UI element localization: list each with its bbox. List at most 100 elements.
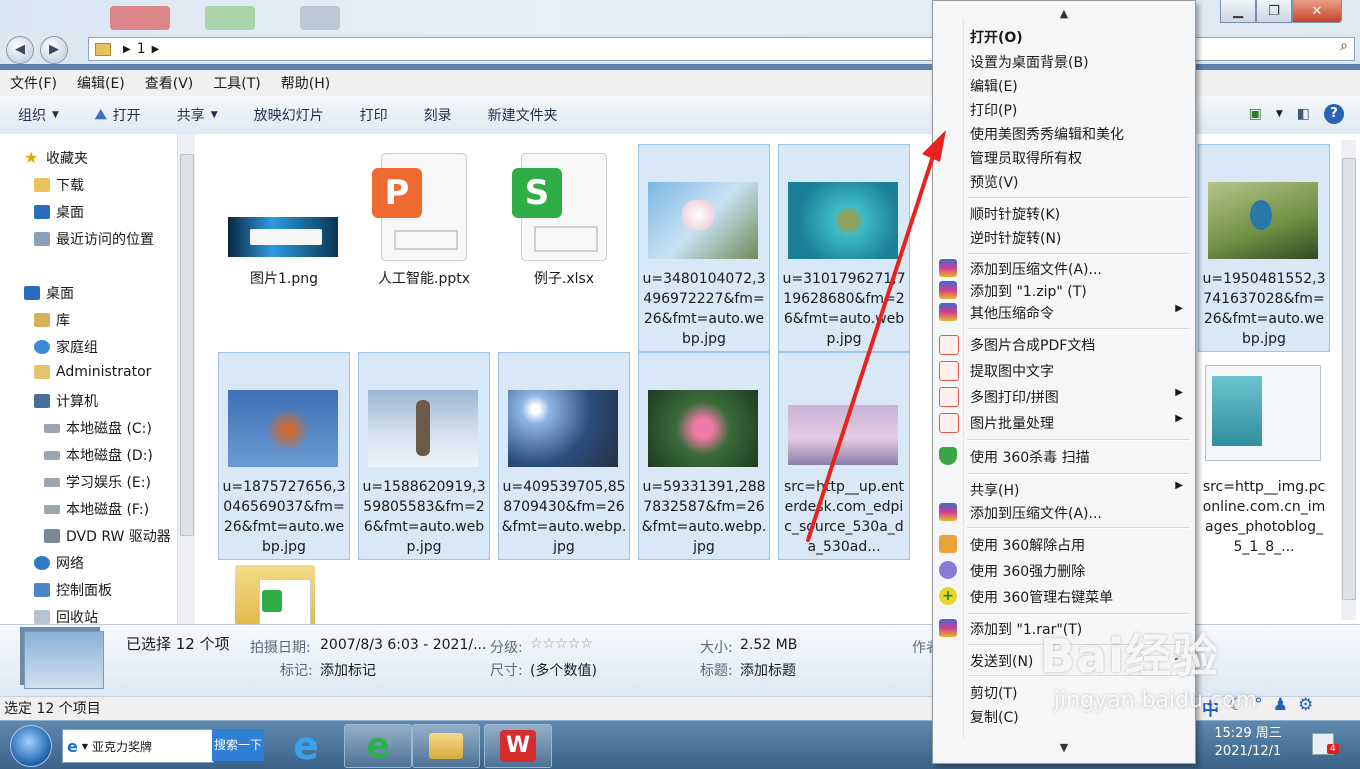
nav-control-panel[interactable]: 控制面板 <box>34 580 112 600</box>
notification-icon[interactable]: 4 <box>1312 733 1339 755</box>
rating-stars[interactable]: ☆☆☆☆☆ <box>530 636 593 652</box>
taskbar-ie[interactable]: e <box>272 724 340 768</box>
menu-item-add-archive[interactable]: 添加到压缩文件(A)... <box>933 257 1195 281</box>
file-item-selected[interactable]: u=1875727656,3046569037&fm=26&fmt=auto.w… <box>218 352 350 560</box>
file-item-selected[interactable]: u=409539705,858709430&fm=26&fmt=auto.web… <box>498 352 630 560</box>
gear-icon[interactable]: ⚙ <box>1298 695 1313 720</box>
menu-item-meitu[interactable]: 使用美图秀秀编辑和美化 <box>933 122 1195 146</box>
menu-item-ocr[interactable]: 提取图中文字 <box>933 359 1195 383</box>
star-icon[interactable]: ☆ <box>580 636 593 652</box>
file-item-selected[interactable]: u=1588620919,359805583&fm=26&fmt=auto.we… <box>358 352 490 560</box>
nav-drive-c[interactable]: 本地磁盘 (C:) <box>44 418 152 438</box>
star-icon[interactable]: ☆ <box>543 636 556 652</box>
menu-scroll-down-icon[interactable]: ▼ <box>933 741 1195 754</box>
file-item-selected[interactable]: u=1950481552,3741637028&fm=26&fmt=auto.w… <box>1198 144 1330 352</box>
clock[interactable]: 15:29 周三 2021/12/1 <box>1208 725 1288 761</box>
star-icon[interactable]: ☆ <box>568 636 581 652</box>
chevron-right-icon[interactable]: ▶ <box>152 44 160 55</box>
menu-item-add-archive-2[interactable]: 添加到压缩文件(A)... <box>933 501 1195 525</box>
menu-item-rotate-cw[interactable]: 顺时针旋转(K) <box>933 202 1195 226</box>
taskbar-explorer[interactable] <box>412 724 480 768</box>
burn-button[interactable]: 刻录 <box>406 105 470 125</box>
close-button[interactable]: ✕ <box>1292 0 1342 23</box>
taskbar-search-input[interactable]: e ▼ 亚克力奖牌 <box>62 729 214 763</box>
view-options-icon[interactable]: ▣ <box>1249 106 1262 122</box>
file-item[interactable]: src=http__img.pconline.com.cn_images_pho… <box>1198 352 1330 560</box>
nav-desktop[interactable]: 桌面 <box>24 283 74 303</box>
file-item-selected[interactable]: src=http__up.enterdesk.com_edpic_source_… <box>778 352 910 560</box>
title-value[interactable]: 添加标题 <box>740 660 796 680</box>
menu-item-share[interactable]: 共享(H) ▶ <box>933 478 1195 502</box>
menu-item-preview[interactable]: 预览(V) <box>933 170 1195 194</box>
print-button[interactable]: 打印 <box>342 105 406 125</box>
nav-dvd[interactable]: DVD RW 驱动器 <box>44 526 171 546</box>
file-item-selected[interactable]: u=59331391,2887832587&fm=26&fmt=auto.web… <box>638 352 770 560</box>
help-icon[interactable]: ? <box>1324 104 1344 124</box>
file-item-selected[interactable]: u=3480104072,3496972227&fm=26&fmt=auto.w… <box>638 144 770 352</box>
menu-item-multi-print[interactable]: 多图打印/拼图 ▶ <box>933 385 1195 409</box>
nav-downloads[interactable]: 下载 <box>34 175 84 195</box>
menu-item-print[interactable]: 打印(P) <box>933 98 1195 122</box>
share-button[interactable]: 共享 ▼ <box>159 105 236 125</box>
forward-button[interactable]: ▶ <box>40 36 68 64</box>
menu-item-set-background[interactable]: 设置为桌面背景(B) <box>933 50 1195 74</box>
nav-libraries[interactable]: 库 <box>34 310 70 330</box>
file-item[interactable]: 图片1.png <box>218 144 350 352</box>
menu-file[interactable]: 文件(F) <box>0 73 67 93</box>
nav-drive-f[interactable]: 本地磁盘 (F:) <box>44 499 149 519</box>
menu-item-add-zip[interactable]: 添加到 "1.zip" (T) <box>933 279 1195 303</box>
nav-favorites[interactable]: ★ 收藏夹 <box>24 148 88 168</box>
menu-scroll-up-icon[interactable]: ▲ <box>933 7 1195 20</box>
file-item[interactable]: S 例子.xlsx <box>498 144 630 352</box>
caret-down-icon[interactable]: ▼ <box>1276 109 1283 119</box>
maximize-button[interactable]: ❐ <box>1256 0 1292 23</box>
nav-drive-e[interactable]: 学习娱乐 (E:) <box>44 472 151 492</box>
menu-item-360-delete[interactable]: 使用 360强力删除 <box>933 559 1195 583</box>
open-button[interactable]: ⛰ 打开 <box>77 105 159 125</box>
organize-button[interactable]: 组织 ▼ <box>0 105 77 125</box>
slideshow-button[interactable]: 放映幻灯片 <box>236 105 342 125</box>
menu-item-batch[interactable]: 图片批量处理 ▶ <box>933 411 1195 435</box>
file-item[interactable]: P 人工智能.pptx <box>358 144 490 352</box>
menu-edit[interactable]: 编辑(E) <box>67 73 135 93</box>
nav-drive-d[interactable]: 本地磁盘 (D:) <box>44 445 153 465</box>
scroll-thumb[interactable] <box>1342 158 1356 600</box>
nav-recent[interactable]: 最近访问的位置 <box>34 229 154 249</box>
nav-homegroup[interactable]: 家庭组 <box>34 337 98 357</box>
breadcrumb-folder[interactable]: 1 <box>137 41 146 57</box>
scroll-thumb[interactable] <box>180 154 194 536</box>
nav-admin[interactable]: Administrator <box>34 364 151 380</box>
menu-item-360-unlock[interactable]: 使用 360解除占用 <box>933 533 1195 557</box>
file-item-selected[interactable]: u=3101796271,719628680&fm=26&fmt=auto.we… <box>778 144 910 352</box>
menu-item-360-manage[interactable]: + 使用 360管理右键菜单 <box>933 585 1195 609</box>
menu-item-pdf[interactable]: 多图片合成PDF文档 <box>933 333 1195 357</box>
menu-item-edit[interactable]: 编辑(E) <box>933 74 1195 98</box>
menu-view[interactable]: 查看(V) <box>135 73 204 93</box>
start-button[interactable] <box>10 725 52 767</box>
menu-item-open[interactable]: 打开(O) <box>933 25 1195 49</box>
star-icon[interactable]: ☆ <box>555 636 568 652</box>
nav-computer[interactable]: 计算机 <box>34 391 98 411</box>
search-icon[interactable]: ⌕ <box>1340 38 1348 54</box>
menu-tools[interactable]: 工具(T) <box>203 73 270 93</box>
tag-value[interactable]: 添加标记 <box>320 660 376 680</box>
file-item[interactable] <box>218 560 350 627</box>
menu-item-other-compress[interactable]: 其他压缩命令 ▶ <box>933 301 1195 325</box>
search-button[interactable]: 搜索一下 <box>212 729 264 761</box>
menu-item-360-scan[interactable]: 使用 360杀毒 扫描 <box>933 445 1195 469</box>
new-folder-button[interactable]: 新建文件夹 <box>470 105 576 125</box>
taskbar-wps[interactable]: W <box>484 724 552 768</box>
back-button[interactable]: ◀ <box>6 36 34 64</box>
nav-scrollbar[interactable] <box>177 134 195 624</box>
user-icon[interactable]: ♟ <box>1273 695 1288 720</box>
star-icon[interactable]: ☆ <box>530 636 543 652</box>
menu-item-rotate-ccw[interactable]: 逆时针旋转(N) <box>933 226 1195 250</box>
menu-help[interactable]: 帮助(H) <box>271 73 340 93</box>
preview-pane-icon[interactable]: ◧ <box>1297 106 1310 122</box>
taskbar-360-browser[interactable]: e <box>344 724 412 768</box>
menu-item-take-ownership[interactable]: 管理员取得所有权 <box>933 146 1195 170</box>
minimize-button[interactable]: ▁ <box>1220 0 1256 23</box>
content-scrollbar[interactable] <box>1341 140 1356 620</box>
nav-desktop-fav[interactable]: 桌面 <box>34 202 84 222</box>
nav-network[interactable]: 网络 <box>34 553 84 573</box>
